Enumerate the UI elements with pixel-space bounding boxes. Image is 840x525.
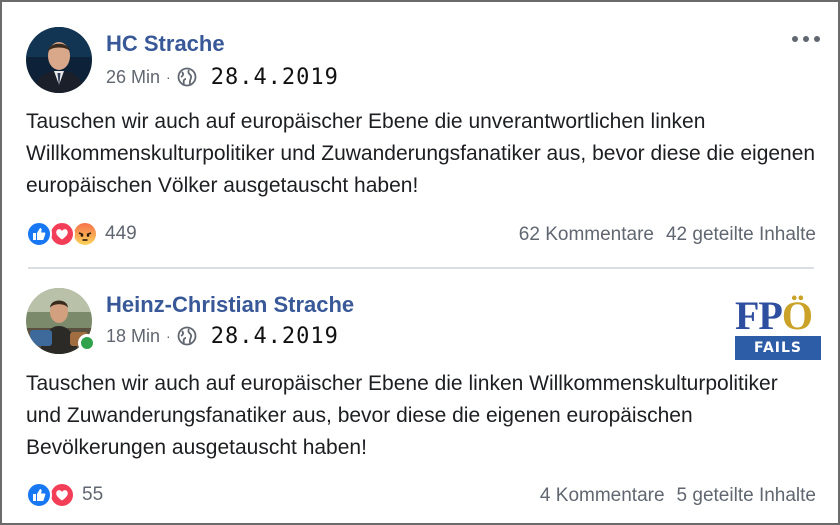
post-author[interactable]: HC Strache bbox=[106, 31, 225, 57]
avatar[interactable] bbox=[26, 27, 92, 93]
reactions-bar[interactable]: 55 bbox=[26, 482, 103, 508]
like-icon bbox=[26, 221, 52, 247]
globe-icon[interactable] bbox=[177, 326, 197, 346]
post-stats: 62 Kommentare 42 geteilte Inhalte bbox=[519, 224, 816, 246]
post-text: Tauschen wir auch auf europäischer Ebene… bbox=[26, 372, 778, 459]
online-status-dot bbox=[78, 334, 96, 352]
reactions-bar[interactable]: 449 bbox=[26, 221, 137, 247]
fpo-fails-watermark: FPÖ FAILS bbox=[735, 296, 821, 362]
shares-link[interactable]: 42 geteilte Inhalte bbox=[666, 224, 816, 246]
post-meta: 26 Min · 28.4.2019 bbox=[106, 64, 339, 90]
reaction-count: 449 bbox=[105, 223, 137, 244]
post-author[interactable]: Heinz-Christian Strache bbox=[106, 292, 354, 318]
post-text: Tauschen wir auch auf europäischer Ebene… bbox=[26, 110, 816, 197]
reaction-count: 55 bbox=[82, 484, 104, 505]
love-icon bbox=[49, 482, 75, 508]
meta-separator: · bbox=[166, 69, 171, 85]
post-time[interactable]: 18 Min bbox=[106, 326, 160, 347]
post-1: HC Strache 26 Min · 28.4.2019 Tauschen w… bbox=[2, 2, 838, 264]
post-date: 28.4.2019 bbox=[210, 64, 339, 90]
post-stats: 4 Kommentare 5 geteilte Inhalte bbox=[540, 485, 816, 507]
like-icon bbox=[26, 482, 52, 508]
post-meta: 18 Min · 28.4.2019 bbox=[106, 323, 339, 349]
meta-separator: · bbox=[166, 328, 171, 344]
screenshot-frame: HC Strache 26 Min · 28.4.2019 Tauschen w… bbox=[0, 0, 840, 525]
angry-icon bbox=[72, 221, 98, 247]
fpo-wordmark: FPÖ bbox=[735, 293, 813, 338]
comments-link[interactable]: 62 Kommentare bbox=[519, 224, 654, 246]
post-time[interactable]: 26 Min bbox=[106, 67, 160, 88]
comments-link[interactable]: 4 Kommentare bbox=[540, 485, 665, 507]
more-options-icon[interactable] bbox=[792, 32, 820, 46]
love-icon bbox=[49, 221, 75, 247]
fails-label: FAILS bbox=[735, 336, 821, 360]
post-date: 28.4.2019 bbox=[210, 323, 339, 349]
post-2: Heinz-Christian Strache 18 Min · 28.4.20… bbox=[2, 266, 838, 525]
shares-link[interactable]: 5 geteilte Inhalte bbox=[677, 485, 816, 507]
globe-icon[interactable] bbox=[177, 67, 197, 87]
